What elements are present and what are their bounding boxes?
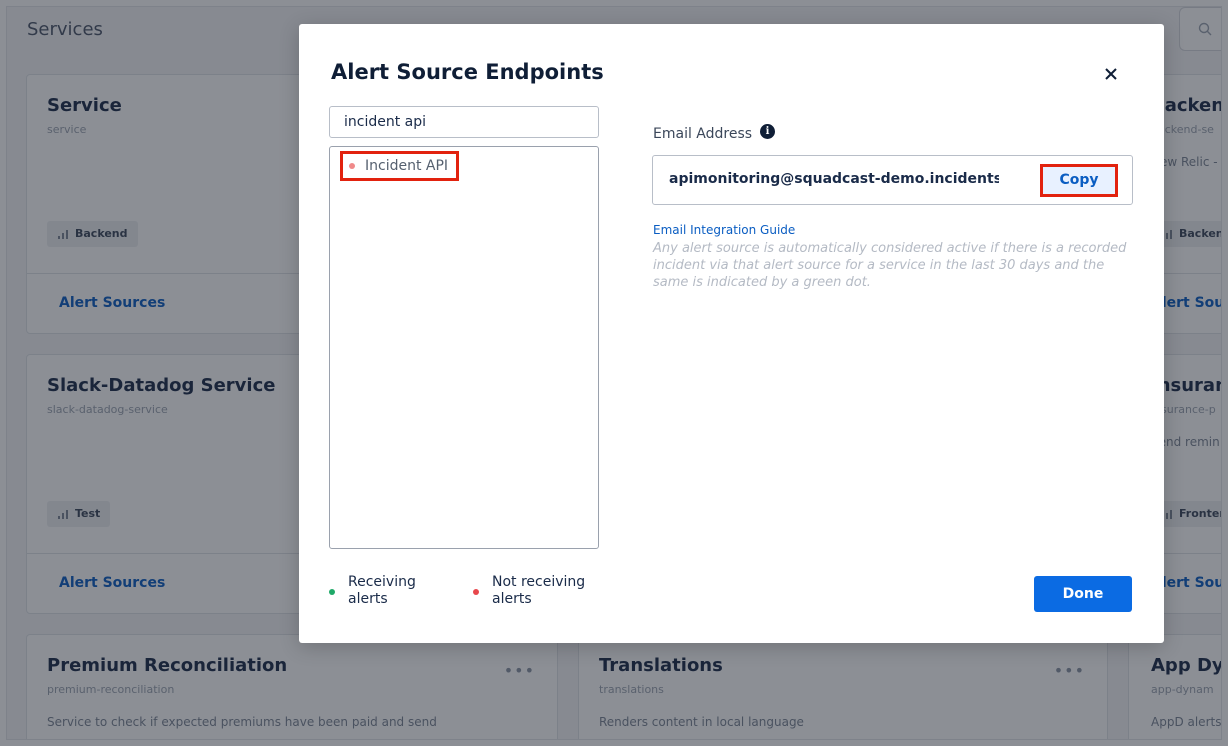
alert-source-list[interactable]: Incident API bbox=[329, 146, 599, 549]
list-item-incident-api[interactable]: Incident API bbox=[340, 151, 460, 181]
modal-title: Alert Source Endpoints bbox=[331, 60, 604, 84]
legend-label: Receiving alerts bbox=[348, 574, 416, 607]
active-source-note: Any alert source is automatically consid… bbox=[653, 241, 1127, 290]
alert-source-endpoints-modal: Alert Source Endpoints Incident API Rece… bbox=[299, 24, 1164, 643]
info-icon[interactable]: i bbox=[760, 124, 775, 139]
red-dot-icon bbox=[473, 589, 479, 595]
close-icon[interactable] bbox=[1099, 62, 1123, 86]
email-address-value: apimonitoring@squadcast-demo.incidents.s… bbox=[669, 171, 999, 187]
done-button[interactable]: Done bbox=[1034, 576, 1132, 612]
alert-source-search-input[interactable] bbox=[329, 106, 599, 138]
status-dot bbox=[349, 163, 355, 169]
email-address-label: Email Address bbox=[653, 126, 753, 142]
green-dot-icon bbox=[329, 589, 335, 595]
copy-button[interactable]: Copy bbox=[1040, 164, 1118, 197]
email-integration-guide-link[interactable]: Email Integration Guide bbox=[653, 223, 795, 237]
legend-label: Not receiving alerts bbox=[492, 574, 586, 607]
list-item-label: Incident API bbox=[365, 158, 449, 174]
